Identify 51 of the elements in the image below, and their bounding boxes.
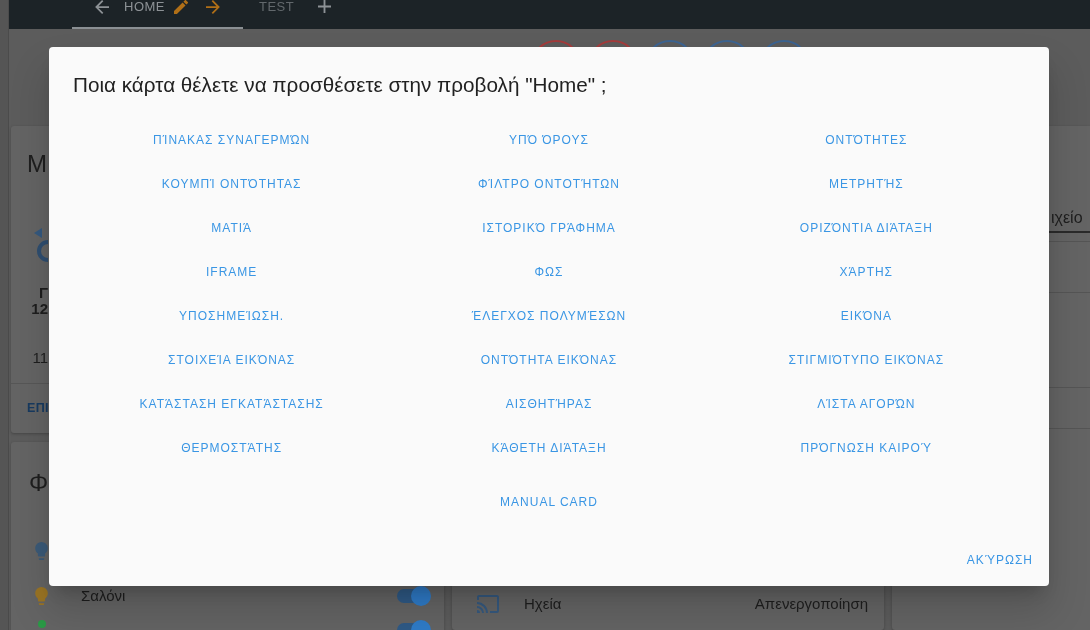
pencil-icon[interactable] (174, 0, 188, 14)
card-action-link[interactable]: ΕΠΙ (27, 399, 49, 418)
card-type-button[interactable]: ΣΤΙΓΜΙΌΤΥΠΟ ΕΙΚΌΝΑΣ (780, 342, 953, 378)
card-type-button[interactable]: ΚΟΥΜΠΊ ΟΝΤΌΤΗΤΑΣ (153, 166, 310, 202)
forward-arrow-icon[interactable] (206, 0, 220, 14)
entity-name: Σαλόνι (81, 587, 126, 605)
badge-ring-icon[interactable] (710, 40, 744, 47)
entity-name: Ηχεία (524, 593, 562, 614)
card-type-button[interactable]: ΥΠΟΣΗΜΕΊΩΣΗ. (171, 298, 293, 334)
card-type-button[interactable]: ΚΆΘΕΤΗ ΔΙΆΤΑΞΗ (483, 430, 615, 466)
card-type-button[interactable]: ΟΝΤΌΤΗΤΕΣ (817, 122, 916, 158)
triangle-icon (34, 228, 42, 238)
arc-icon (37, 240, 48, 262)
back-arrow-icon[interactable] (95, 0, 109, 14)
card-type-button[interactable]: ΟΡΙΖΌΝΤΙΑ ΔΙΆΤΑΞΗ (791, 210, 941, 246)
cast-icon (477, 595, 499, 613)
card-text: 11 (32, 350, 48, 366)
card-title: M (27, 150, 47, 178)
card-type-button[interactable]: ΜΕΤΡΗΤΉΣ (820, 166, 912, 202)
card-type-button[interactable]: ΦΩΣ (526, 254, 572, 290)
badge-ring-icon[interactable] (539, 40, 573, 47)
card-title: Φ (29, 468, 49, 498)
badge-ring-icon[interactable] (596, 40, 630, 47)
manual-card-button[interactable]: MANUAL CARD (492, 484, 606, 520)
card-type-button[interactable]: ΕΙΚΌΝΑ (832, 298, 900, 334)
badge-ring-icon[interactable] (767, 40, 801, 47)
card-type-button[interactable]: ΛΊΣΤΑ ΑΓΟΡΏΝ (809, 386, 924, 422)
card-type-button[interactable]: ΈΛΕΓΧΟΣ ΠΟΛΥΜΈΣΩΝ (463, 298, 635, 334)
entity-state: Απενεργοποίηση (754, 593, 868, 614)
card-type-button[interactable]: ΦΊΛΤΡΟ ΟΝΤΟΤΉΤΩΝ (470, 166, 628, 202)
card-text: Γ (38, 285, 48, 301)
card-type-button[interactable]: ΠΊΝΑΚΑΣ ΣΥΝΑΓΕΡΜΏΝ (145, 122, 319, 158)
card-type-button[interactable]: ΥΠΌ ΌΡΟΥΣ (501, 122, 597, 158)
card-type-button[interactable]: ΑΙΣΘΗΤΉΡΑΣ (497, 386, 601, 422)
view-tab[interactable]: TEST (243, 0, 311, 29)
card-type-button[interactable]: ΙΣΤΟΡΙΚΌ ΓΡΆΦΗΜΑ (474, 210, 624, 246)
card-type-button[interactable]: ΘΕΡΜΟΣΤΆΤΗΣ (173, 430, 291, 466)
card-type-button[interactable]: ΠΡΌΓΝΩΣΗ ΚΑΙΡΟΎ (792, 430, 941, 466)
badge-ring-icon[interactable] (653, 40, 687, 47)
toggle-switch[interactable] (395, 586, 431, 606)
cancel-button[interactable]: ΑΚΎΡΩΣΗ (958, 542, 1041, 578)
dialog-title: Ποια κάρτα θέλετε να προσθέσετε στην προβολή "Home" ; (73, 72, 607, 98)
card-type-button[interactable]: ΧΆΡΤΗΣ (831, 254, 902, 290)
view-tab[interactable]: HOME (72, 0, 243, 29)
card-type-button[interactable]: ΣΤΟΙΧΕΊΑ ΕΙΚΌΝΑΣ (160, 342, 304, 378)
card-type-button[interactable]: ΟΝΤΌΤΗΤΑ ΕΙΚΌΝΑΣ (472, 342, 626, 378)
card-text: 12 (31, 301, 48, 317)
card-type-button[interactable]: ΚΑΤΆΣΤΑΣΗ ΕΓΚΑΤΆΣΤΑΣΗΣ (131, 386, 332, 422)
add-icon[interactable] (318, 0, 332, 13)
card-type-button[interactable]: ΜΑΤΙΆ (203, 210, 261, 246)
card-type-button[interactable]: IFRAME (198, 254, 266, 290)
